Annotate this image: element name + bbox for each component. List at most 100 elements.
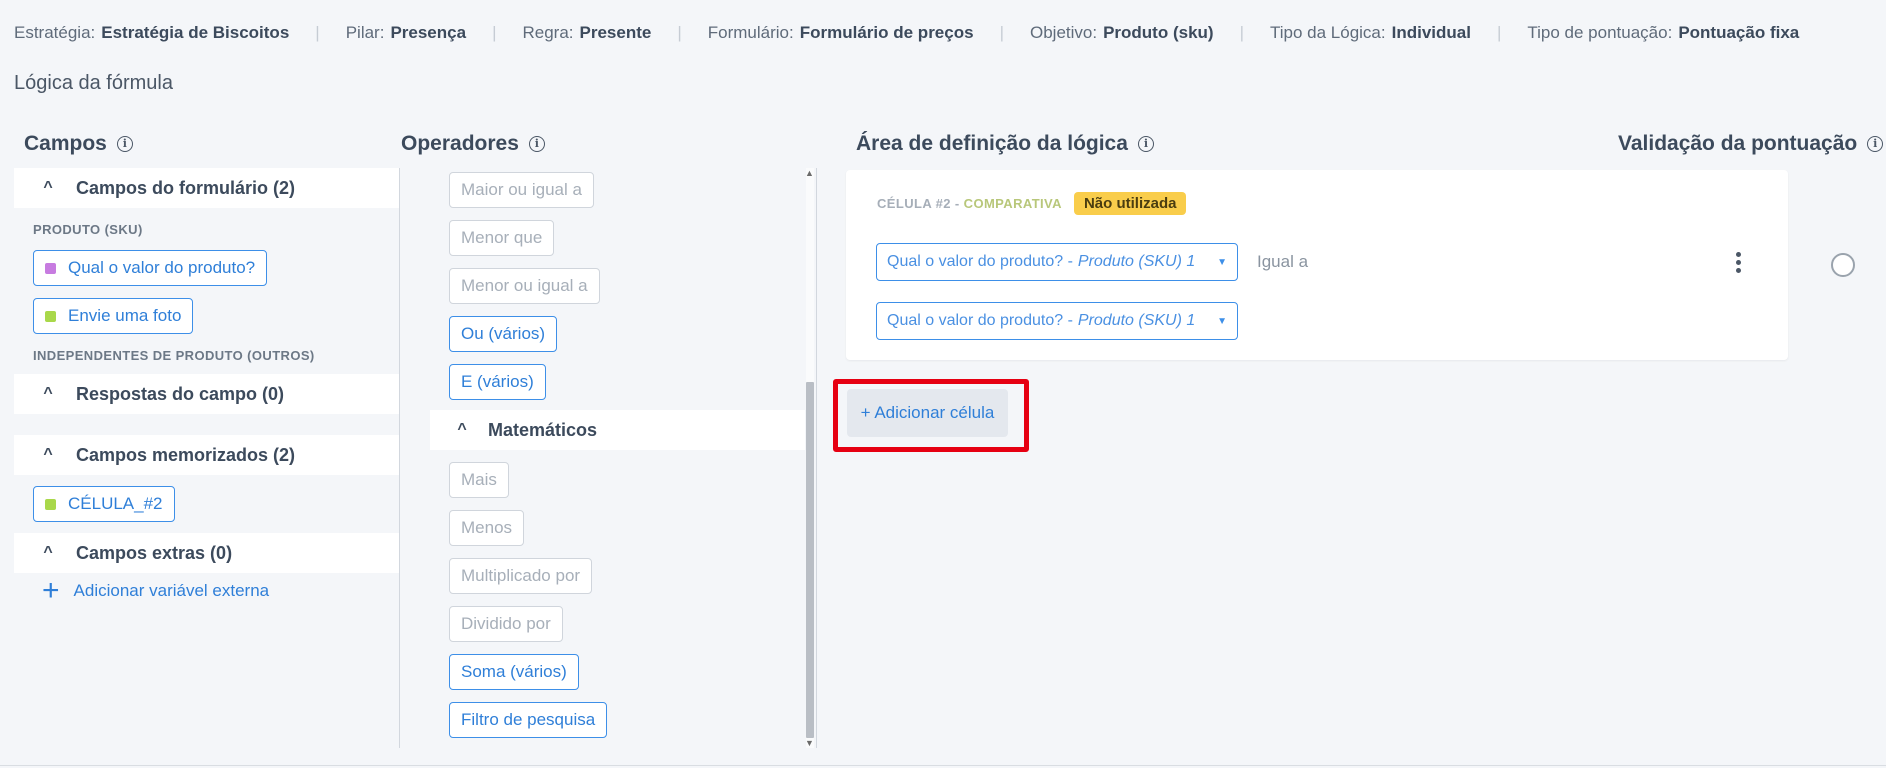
info-pilar: Pilar: Presença (346, 23, 466, 43)
campos-panel: ^ Campos do formulário (2) PRODUTO (SKU)… (14, 168, 400, 748)
info-key: Pilar: (345, 23, 385, 42)
info-value: Presença (390, 23, 467, 42)
cell-label: CÉLULA #2 - (877, 196, 960, 211)
select-subtext: Produto (SKU) 1 (1077, 253, 1196, 270)
field-chip-valor-produto[interactable]: Qual o valor do produto? (33, 250, 268, 286)
chevron-down-icon: ▼ (1217, 315, 1227, 327)
info-value: Presente (579, 23, 652, 42)
validacao-header-label: Validação da pontuação (1618, 132, 1858, 155)
operator-chip[interactable]: Menor que (449, 220, 555, 256)
produto-sku-label: PRODUTO (SKU) (33, 222, 143, 237)
divider (816, 168, 817, 748)
info-key: Regra: (522, 23, 574, 42)
section-matematicos[interactable]: ^ Matemáticos (430, 410, 805, 450)
section-respostas-campo[interactable]: ^ Respostas do campo (0) (14, 374, 399, 414)
select-text: Qual o valor do produto? - (887, 253, 1073, 270)
info-value: Individual (1391, 23, 1471, 42)
page-title: Lógica da fórmula (14, 72, 173, 94)
campos-header: Campos i (24, 132, 133, 156)
section-label: Campos memorizados (2) (76, 444, 296, 465)
info-key: Tipo da Lógica: (1270, 23, 1386, 42)
chevron-up-icon[interactable]: ^ (28, 446, 68, 464)
info-icon[interactable]: i (1137, 136, 1154, 152)
divider (399, 168, 400, 748)
field-label: CÉLULA_#2 (68, 494, 163, 513)
logic-cell-card: CÉLULA #2 - COMPARATIVA Não utilizada Qu… (846, 170, 1788, 360)
separator: | (315, 23, 320, 42)
scroll-up-arrow-icon[interactable]: ▲ (805, 168, 814, 178)
info-value: Produto (sku) (1103, 23, 1214, 42)
color-dot (45, 262, 56, 274)
operadores-header: Operadores i (401, 132, 545, 156)
campos-header-label: Campos (24, 132, 107, 155)
info-key: Estratégia: (14, 23, 96, 42)
separator: | (677, 23, 682, 42)
chevron-up-icon[interactable]: ^ (28, 179, 68, 197)
color-dot (45, 498, 56, 510)
info-tipo-logica: Tipo da Lógica: Individual (1270, 23, 1471, 43)
field-label: Envie uma foto (68, 306, 182, 325)
color-dot (45, 310, 56, 322)
operator-chip[interactable]: Dividido por (449, 606, 563, 642)
field-label: Qual o valor do produto? (68, 258, 256, 277)
section-label: Campos extras (0) (76, 542, 233, 563)
section-label: Campos do formulário (2) (76, 177, 296, 198)
operator-chip[interactable]: Maior ou igual a (449, 172, 594, 208)
info-estrategia: Estratégia: Estratégia de Biscoitos (14, 23, 289, 43)
operator-chip[interactable]: Ou (vários) (449, 316, 558, 352)
more-options-icon[interactable] (1734, 252, 1742, 274)
area-header: Área de definição da lógica i (856, 132, 1154, 156)
plus-icon: + (42, 574, 60, 607)
right-operand-select[interactable]: Qual o valor do produto? - Produto (SKU)… (876, 302, 1238, 340)
left-operand-select[interactable]: Qual o valor do produto? - Produto (SKU)… (876, 243, 1238, 281)
section-label: Matemáticos (488, 419, 598, 440)
operator-label[interactable]: Igual a (1257, 252, 1308, 272)
info-icon[interactable]: i (1867, 136, 1884, 152)
info-value: Estratégia de Biscoitos (101, 23, 290, 42)
operator-chip[interactable]: Menor ou igual a (449, 268, 600, 304)
info-objetivo: Objetivo: Produto (sku) (1030, 23, 1214, 43)
chevron-up-icon[interactable]: ^ (28, 385, 68, 403)
operator-chip[interactable]: Soma (vários) (449, 654, 579, 690)
scroll-down-arrow-icon[interactable]: ▼ (805, 738, 814, 748)
section-label: Respostas do campo (0) (76, 383, 285, 404)
add-external-label: Adicionar variável externa (73, 581, 270, 600)
cell-type: COMPARATIVA (963, 196, 1062, 211)
area-header-label: Área de definição da lógica (856, 132, 1128, 155)
section-campos-memorizados[interactable]: ^ Campos memorizados (2) (14, 435, 399, 475)
operator-chip[interactable]: Filtro de pesquisa (449, 702, 608, 738)
add-cell-button[interactable]: + Adicionar célula (847, 389, 1008, 437)
info-value: Formulário de preços (799, 23, 974, 42)
chevron-up-icon[interactable]: ^ (28, 544, 68, 562)
operators-scrollbar[interactable]: ▲ ▼ (804, 168, 815, 748)
info-key: Formulário: (707, 23, 794, 42)
section-campos-extras[interactable]: ^ Campos extras (0) (14, 533, 399, 573)
scroll-thumb[interactable] (806, 382, 814, 738)
operator-chip[interactable]: Menos (449, 510, 525, 546)
section-campos-formulario[interactable]: ^ Campos do formulário (2) (14, 168, 399, 208)
chevron-up-icon[interactable]: ^ (442, 421, 482, 439)
select-text: Qual o valor do produto? - (887, 312, 1073, 329)
info-key: Objetivo: (1029, 23, 1098, 42)
info-formulario: Formulário: Formulário de preços (708, 23, 974, 43)
separator: | (492, 23, 497, 42)
status-badge: Não utilizada (1073, 192, 1187, 215)
info-icon[interactable]: i (116, 136, 133, 152)
field-chip-celula-2[interactable]: CÉLULA_#2 (33, 486, 175, 522)
operadores-panel: Maior ou igual a Menor que Menor ou igua… (430, 168, 816, 748)
select-subtext: Produto (SKU) 1 (1077, 312, 1196, 329)
operator-chip[interactable]: Mais (449, 462, 509, 498)
chevron-down-icon: ▼ (1217, 256, 1227, 268)
operator-chip[interactable]: E (vários) (449, 364, 546, 400)
score-validation-radio[interactable] (1831, 253, 1855, 277)
cell-title: CÉLULA #2 - COMPARATIVA Não utilizada (877, 192, 1187, 215)
info-value: Pontuação fixa (1678, 23, 1800, 42)
field-chip-envie-foto[interactable]: Envie uma foto (33, 298, 194, 334)
operator-chip[interactable]: Multiplicado por (449, 558, 593, 594)
operadores-header-label: Operadores (401, 132, 519, 155)
independentes-label: INDEPENDENTES DE PRODUTO (OUTROS) (33, 348, 315, 363)
info-tipo-pontuacao: Tipo de pontuação: Pontuação fixa (1527, 23, 1799, 43)
info-icon[interactable]: i (528, 136, 545, 152)
add-external-variable-button[interactable]: + Adicionar variável externa (42, 574, 270, 607)
divider (0, 765, 1886, 766)
